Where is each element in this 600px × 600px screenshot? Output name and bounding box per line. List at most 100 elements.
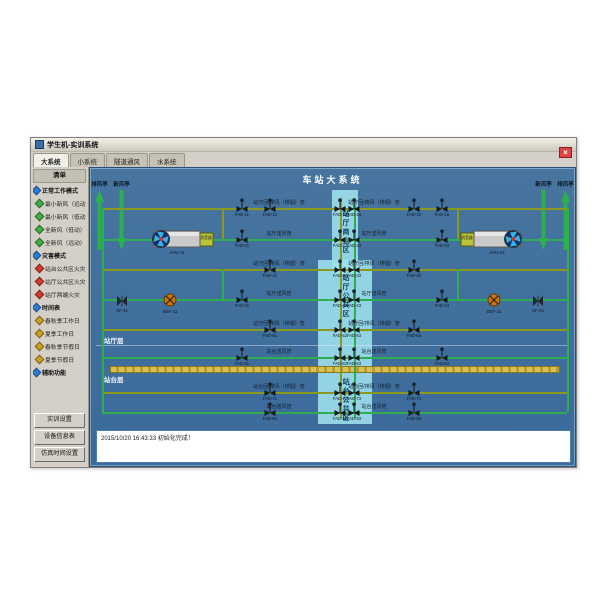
sidebar-list: 正常工作模式最小新风（远动） 最小新风（低动） 全新风（低动） 全新风（远动）灾害模式… bbox=[33, 184, 86, 415]
sidebar-button-1[interactable]: 设备信息表 bbox=[34, 430, 85, 445]
sidebar-item-0-0[interactable]: 最小新风（远动） bbox=[33, 197, 86, 210]
item-label: 站台公共区火灾 bbox=[45, 264, 86, 273]
damper-FAD-31[interactable] bbox=[264, 259, 276, 273]
sidebar-item-2-0[interactable]: 春秋季工作日 bbox=[33, 314, 86, 327]
damper-FAD-82[interactable] bbox=[334, 402, 346, 416]
item-icon bbox=[35, 225, 45, 235]
item-label: 夏季工作日 bbox=[45, 329, 74, 338]
duct-label-5-1: 站台送风管 bbox=[361, 348, 386, 355]
window-title: 学生机-实训系统 bbox=[47, 140, 98, 150]
main-panel: 车站大系统 站厅商业区 站厅公共区 站台公共区 站厅层 站台层 2015/10/… bbox=[89, 167, 576, 467]
group-label: 辅助功能 bbox=[42, 368, 66, 377]
damper-FAD-84[interactable] bbox=[408, 402, 420, 416]
titlebar[interactable]: 学生机-实训系统 bbox=[31, 138, 576, 152]
damper-FAD-62[interactable] bbox=[334, 347, 346, 361]
item-label: 最小新风（低动） bbox=[45, 212, 86, 221]
tab-3[interactable]: 水系统 bbox=[149, 153, 185, 168]
sidebar-item-2-2[interactable]: 春秋季节假日 bbox=[33, 340, 86, 353]
damper-FAD-23[interactable] bbox=[348, 229, 360, 243]
damper-FAD-32[interactable] bbox=[334, 259, 346, 273]
item-label: 春秋季节假日 bbox=[45, 342, 80, 351]
group-label: 正常工作模式 bbox=[42, 186, 78, 195]
fan-code-SEF-21: SEF-21 bbox=[486, 309, 501, 314]
close-button[interactable]: × bbox=[559, 147, 572, 158]
damper-FAD-34[interactable] bbox=[408, 259, 420, 273]
item-label: 全新风（低动） bbox=[45, 225, 86, 234]
sidebar-item-0-2[interactable]: 全新风（低动） bbox=[33, 223, 86, 236]
damper-FAD-15[interactable] bbox=[408, 198, 420, 212]
damper-code-FAD-83: FAD-83 bbox=[347, 416, 361, 421]
damper-FAD-64[interactable] bbox=[436, 347, 448, 361]
damper-FAD-73[interactable] bbox=[348, 382, 360, 396]
sidebar-group-0[interactable]: 正常工作模式 bbox=[33, 184, 86, 197]
fan-code-SEF-11: SEF-11 bbox=[163, 309, 178, 314]
damper-FAD-21[interactable] bbox=[236, 229, 248, 243]
damper-FAD-42[interactable] bbox=[334, 289, 346, 303]
damper-code-FAD-41: FAD-41 bbox=[235, 303, 249, 308]
sidebar-item-2-3[interactable]: 夏季节假日 bbox=[33, 353, 86, 366]
damper-FAD-13[interactable] bbox=[334, 198, 346, 212]
window-content: 清单 正常工作模式最小新风（远动）最小新风（低动）全新风（低动）全新风（远动）灾… bbox=[31, 167, 576, 467]
damper-FAD-72[interactable] bbox=[334, 382, 346, 396]
sidebar-button-0[interactable]: 实训设置 bbox=[34, 413, 85, 428]
diagram-title: 车站大系统 bbox=[90, 173, 575, 186]
sidebar-item-2-1[interactable]: 夏季工作日 bbox=[33, 327, 86, 340]
damper-code-FAD-12: FAD-12 bbox=[263, 212, 277, 217]
item-label: 最小新风（远动） bbox=[45, 199, 86, 208]
damper-FAD-22[interactable] bbox=[334, 229, 346, 243]
damper-FAD-12[interactable] bbox=[264, 198, 276, 212]
damper-FAD-71[interactable] bbox=[264, 382, 276, 396]
concourse-level-line bbox=[96, 345, 569, 346]
damper-FAD-44[interactable] bbox=[436, 289, 448, 303]
damper-code-FAD-31: FAD-31 bbox=[263, 273, 277, 278]
item-icon bbox=[35, 264, 45, 274]
sidebar-group-3[interactable]: 辅助功能 bbox=[33, 366, 86, 379]
sidebar-item-1-2[interactable]: 站厅两端火灾 bbox=[33, 288, 86, 301]
fan-code-AHU-11: AHU-11 bbox=[169, 250, 185, 255]
fan-code-AHU-21: AHU-21 bbox=[489, 250, 505, 255]
duct-riser-1 bbox=[567, 208, 569, 412]
damper-FAD-52[interactable] bbox=[334, 319, 346, 333]
damper-FAD-83[interactable] bbox=[348, 402, 360, 416]
damper-FAD-53[interactable] bbox=[348, 319, 360, 333]
duct-label-0-0: 站厅回/排风（排烟）管 bbox=[253, 199, 304, 206]
damper-code-FAD-33: FAD-33 bbox=[347, 273, 361, 278]
damper-FAD-74[interactable] bbox=[408, 382, 420, 396]
damper-FAD-63[interactable] bbox=[348, 347, 360, 361]
sidebar-group-1[interactable]: 灾害模式 bbox=[33, 249, 86, 262]
damper-code-FAD-44: FAD-44 bbox=[435, 303, 449, 308]
sidebar-item-0-3[interactable]: 全新风（远动） bbox=[33, 236, 86, 249]
tab-1[interactable]: 小系统 bbox=[70, 153, 106, 168]
damper-FAD-41[interactable] bbox=[236, 289, 248, 303]
item-label: 站厅公共区火灾 bbox=[45, 277, 86, 286]
log-box[interactable]: 2015/10/20 16:43:33 初始化完成！ bbox=[96, 430, 571, 463]
damper-code-FAD-34: FAD-34 bbox=[407, 273, 421, 278]
damper-FAD-43[interactable] bbox=[348, 289, 360, 303]
sidebar-button-2[interactable]: 仿真时间设置 bbox=[34, 447, 85, 462]
damper-FAD-11[interactable] bbox=[236, 198, 248, 212]
damper-FAD-33[interactable] bbox=[348, 259, 360, 273]
sidebar-group-2[interactable]: 时间表 bbox=[33, 301, 86, 314]
tab-0[interactable]: 大系统 bbox=[33, 153, 69, 168]
damper-FAD-16[interactable] bbox=[436, 198, 448, 212]
damper-code-FAD-71: FAD-71 bbox=[263, 396, 277, 401]
damper-FAD-81[interactable] bbox=[264, 402, 276, 416]
damper-FAD-51[interactable] bbox=[264, 319, 276, 333]
hvac-diagram: 车站大系统 站厅商业区 站厅公共区 站台公共区 站厅层 站台层 2015/10/… bbox=[90, 168, 575, 466]
sidebar-item-0-1[interactable]: 最小新风（低动） bbox=[33, 210, 86, 223]
pavilion-label-1: 新风亭 bbox=[113, 180, 130, 188]
item-icon bbox=[35, 355, 45, 365]
group-icon bbox=[33, 368, 41, 378]
sidebar-item-1-0[interactable]: 站台公共区火灾 bbox=[33, 262, 86, 275]
duct-label-3-0: 站厅送风管 bbox=[266, 290, 291, 297]
damper-code-FAD-61: FAD-61 bbox=[235, 361, 249, 366]
sidebar-item-1-1[interactable]: 站厅公共区火灾 bbox=[33, 275, 86, 288]
sidebar: 清单 正常工作模式最小新风（远动）最小新风（低动）全新风（低动）全新风（远动）灾… bbox=[31, 167, 89, 467]
tab-2[interactable]: 隧道通风 bbox=[106, 153, 148, 168]
item-label: 站厅两端火灾 bbox=[45, 290, 80, 299]
fan-code-XF-21: XF-21 bbox=[532, 308, 544, 313]
damper-FAD-54[interactable] bbox=[408, 319, 420, 333]
damper-FAD-14[interactable] bbox=[348, 198, 360, 212]
damper-FAD-61[interactable] bbox=[236, 347, 248, 361]
damper-FAD-24[interactable] bbox=[436, 229, 448, 243]
